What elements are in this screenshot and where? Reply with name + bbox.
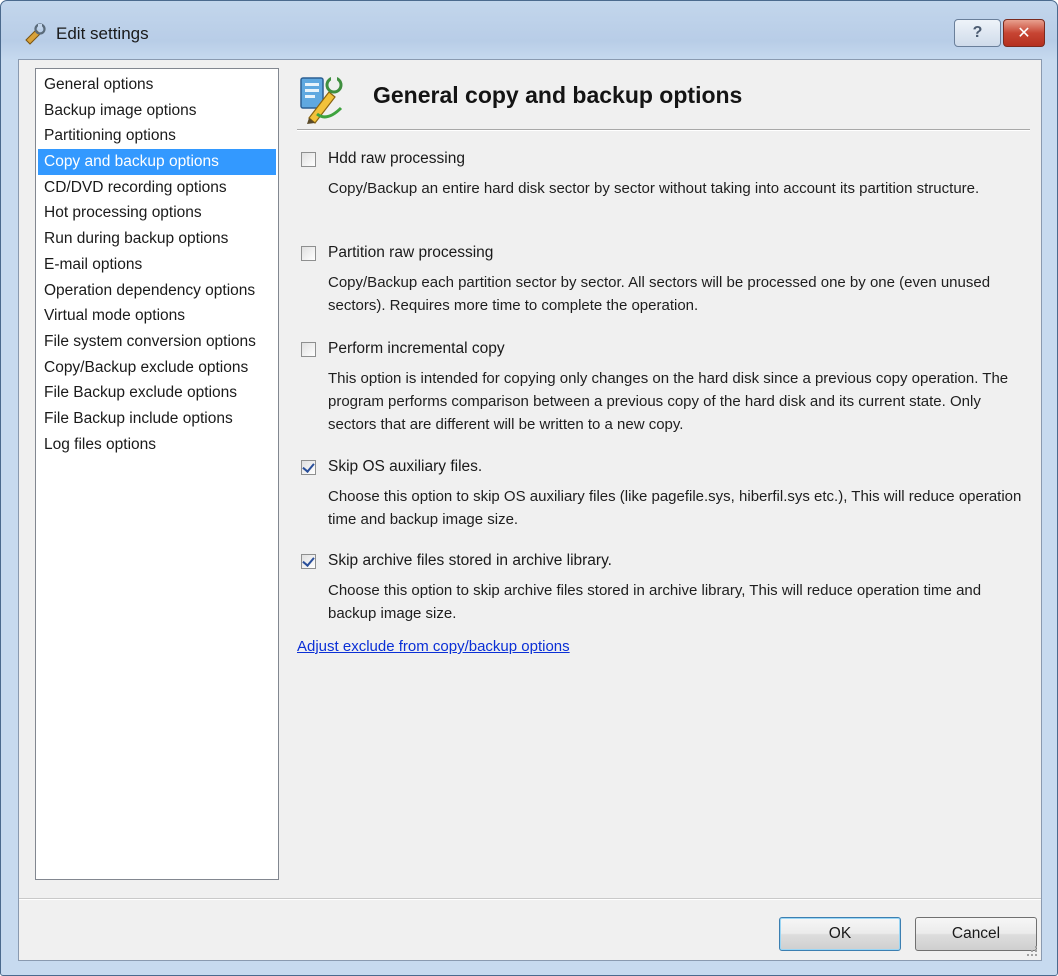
ok-button[interactable]: OK [779, 917, 901, 951]
header-divider [297, 129, 1030, 130]
option-description: Copy/Backup each partition sector by sec… [328, 274, 991, 314]
option-skip-os-auxiliary-files: Skip OS auxiliary files. Choose this opt… [297, 456, 1027, 531]
option-label[interactable]: Partition raw processing [328, 244, 493, 262]
resize-grip-icon[interactable] [1026, 945, 1038, 957]
option-label[interactable]: Skip archive files stored in archive lib… [328, 552, 612, 570]
sidebar-item-partitioning-options[interactable]: Partitioning options [38, 123, 276, 149]
window-title: Edit settings [56, 24, 149, 43]
sidebar-item-cd-dvd-recording-options[interactable]: CD/DVD recording options [38, 175, 276, 201]
option-label[interactable]: Perform incremental copy [328, 340, 505, 358]
option-description: Choose this option to skip archive files… [328, 582, 982, 622]
sidebar-item-run-during-backup-options[interactable]: Run during backup options [38, 226, 276, 252]
copy-backup-options-icon [300, 76, 343, 124]
option-perform-incremental-copy: Perform incremental copy This option is … [297, 338, 1027, 436]
partition-raw-processing-checkbox[interactable] [301, 245, 316, 261]
option-description: Choose this option to skip OS auxiliary … [328, 488, 1022, 528]
option-description: This option is intended for copying only… [328, 370, 1009, 433]
option-label[interactable]: Skip OS auxiliary files. [328, 458, 482, 476]
hdd-raw-processing-checkbox[interactable] [301, 151, 316, 167]
edit-settings-window: Edit settings ? ✕ General options Backup … [0, 0, 1058, 976]
sidebar-item-log-files-options[interactable]: Log files options [38, 432, 276, 458]
sidebar-item-hot-processing-options[interactable]: Hot processing options [38, 200, 276, 226]
sidebar-item-operation-dependency-options[interactable]: Operation dependency options [38, 278, 276, 304]
title-bar[interactable]: Edit settings ? ✕ [1, 1, 1057, 67]
sidebar-item-e-mail-options[interactable]: E-mail options [38, 252, 276, 278]
cancel-button[interactable]: Cancel [915, 917, 1037, 951]
skip-os-auxiliary-files-checkbox[interactable] [301, 459, 316, 475]
skip-archive-files-checkbox[interactable] [301, 553, 316, 569]
sidebar-item-general-options[interactable]: General options [38, 72, 276, 98]
sidebar-item-file-backup-exclude-options[interactable]: File Backup exclude options [38, 380, 276, 406]
perform-incremental-copy-checkbox[interactable] [301, 341, 316, 357]
option-skip-archive-files: Skip archive files stored in archive lib… [297, 550, 1027, 625]
close-button[interactable]: ✕ [1003, 19, 1045, 47]
sidebar-item-virtual-mode-options[interactable]: Virtual mode options [38, 303, 276, 329]
option-label[interactable]: Hdd raw processing [328, 150, 465, 168]
settings-category-list[interactable]: General options Backup image options Parti… [35, 68, 279, 880]
adjust-exclude-link[interactable]: Adjust exclude from copy/backup options [297, 638, 570, 655]
sidebar-item-copy-and-backup-options[interactable]: Copy and backup options [38, 149, 276, 175]
option-hdd-raw-processing: Hdd raw processing Copy/Backup an entire… [297, 148, 1027, 200]
sidebar-item-backup-image-options[interactable]: Backup image options [38, 98, 276, 124]
footer-divider [19, 898, 1041, 899]
sidebar-item-file-system-conversion-options[interactable]: File system conversion options [38, 329, 276, 355]
help-icon: ? [972, 24, 983, 41]
option-partition-raw-processing: Partition raw processing Copy/Backup eac… [297, 242, 1027, 317]
settings-wrench-icon [25, 23, 46, 45]
option-description: Copy/Backup an entire hard disk sector b… [328, 180, 980, 197]
sidebar-item-copy-backup-exclude-options[interactable]: Copy/Backup exclude options [38, 355, 276, 381]
settings-panel: General copy and backup options Hdd raw … [297, 60, 1037, 880]
sidebar-item-file-backup-include-options[interactable]: File Backup include options [38, 406, 276, 432]
page-title: General copy and backup options [373, 82, 743, 108]
dialog-client-area: General options Backup image options Parti… [18, 59, 1042, 961]
close-icon: ✕ [1017, 25, 1031, 42]
help-button[interactable]: ? [954, 19, 1001, 47]
